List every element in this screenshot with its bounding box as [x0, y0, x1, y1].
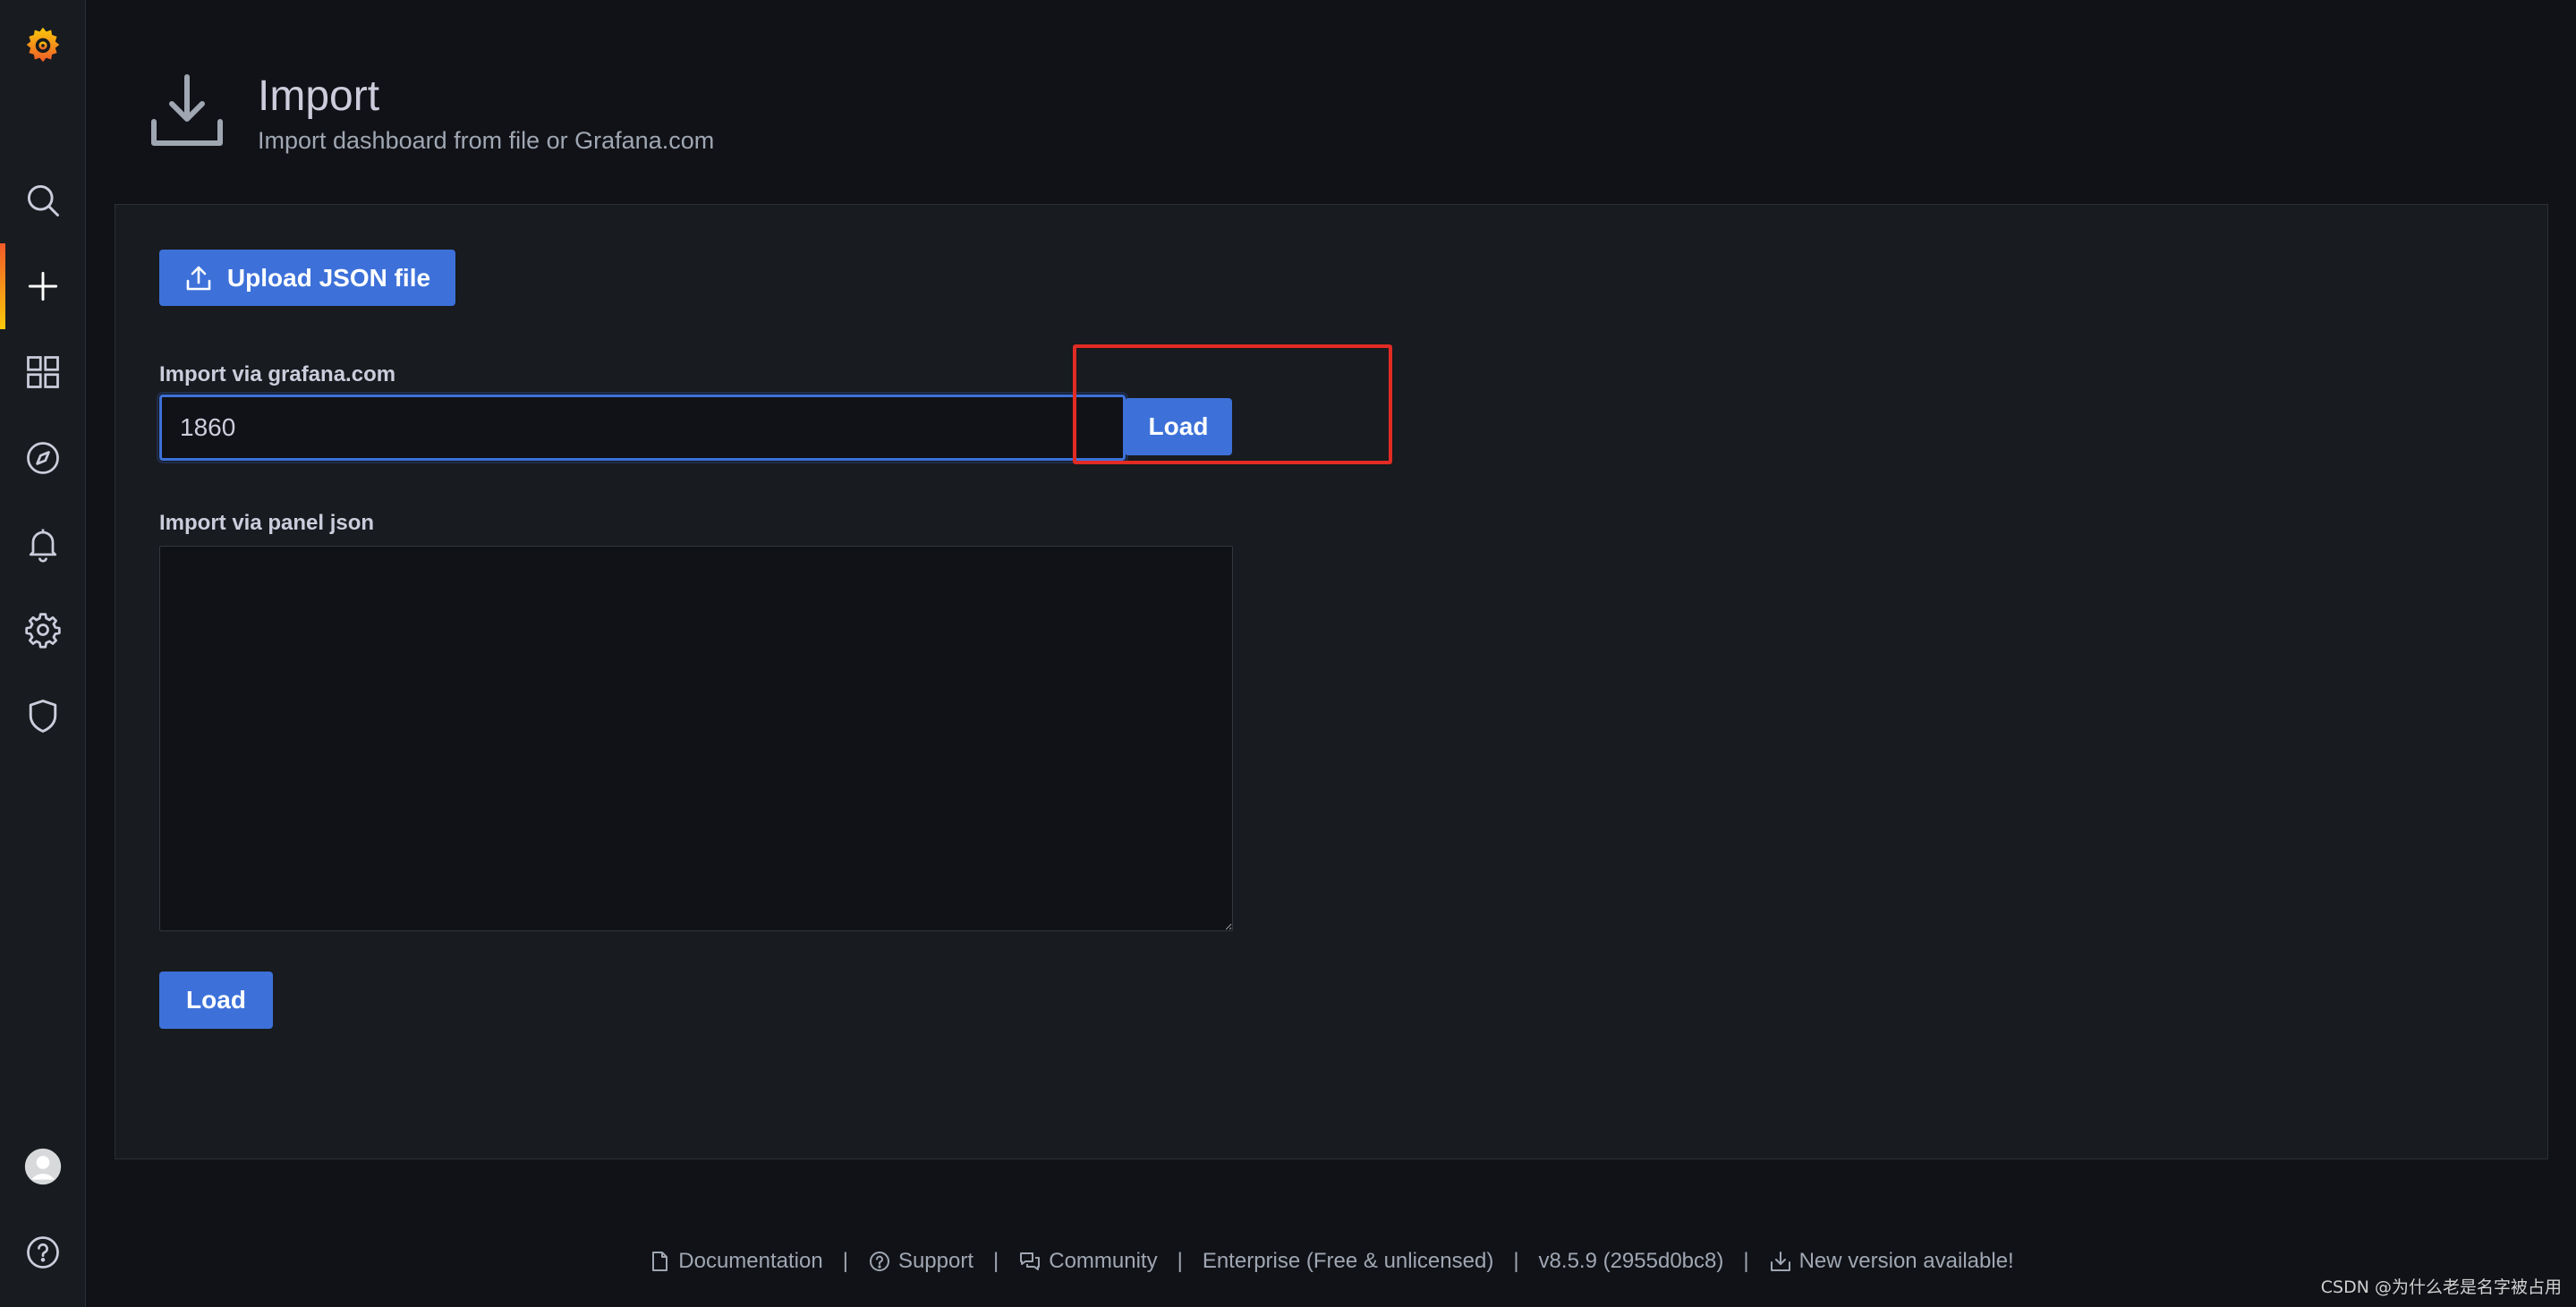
- grafana-logo-icon[interactable]: [0, 2, 86, 88]
- alerting-bell-icon[interactable]: [0, 501, 86, 587]
- dashboards-icon[interactable]: [0, 329, 86, 415]
- upload-icon: [186, 266, 211, 290]
- import-panel: Upload JSON file Import via grafana.com …: [115, 204, 2548, 1159]
- server-admin-shield-icon[interactable]: [0, 673, 86, 759]
- footer-edition[interactable]: Enterprise (Free & unlicensed): [1203, 1249, 1493, 1274]
- upload-json-label: Upload JSON file: [226, 263, 431, 292]
- footer-new-version-link[interactable]: New version available!: [1769, 1249, 2014, 1274]
- json-load-button[interactable]: Load: [159, 972, 273, 1029]
- footer-new-version-label: New version available!: [1798, 1249, 2014, 1273]
- explore-compass-icon[interactable]: [0, 415, 86, 501]
- footer-separator: |: [1177, 1249, 1183, 1273]
- panel-json-textarea[interactable]: [159, 546, 1233, 931]
- page-subtitle: Import dashboard from file or Grafana.co…: [258, 127, 715, 154]
- footer-support-link[interactable]: Support: [868, 1249, 973, 1274]
- create-plus-icon[interactable]: [0, 243, 86, 329]
- footer-community-link[interactable]: Community: [1018, 1249, 1158, 1274]
- search-icon[interactable]: [0, 157, 86, 243]
- footer: Documentation | Support | Community | En…: [0, 1243, 2576, 1279]
- footer-separator: |: [842, 1249, 848, 1273]
- upload-json-button[interactable]: Upload JSON file: [159, 250, 455, 306]
- watermark-text: CSDN @为什么老是名字被占用: [2320, 1277, 2562, 1297]
- comments-icon: [1020, 1252, 1041, 1270]
- gcom-load-button[interactable]: Load: [1125, 398, 1232, 455]
- panel-json-label: Import via panel json: [159, 511, 375, 535]
- footer-community-label: Community: [1049, 1249, 1158, 1273]
- import-download-icon: [151, 74, 223, 146]
- footer-documentation-label: Documentation: [678, 1249, 823, 1273]
- question-circle-icon: [869, 1252, 889, 1271]
- side-menu: [0, 0, 86, 1307]
- document-icon: [652, 1252, 668, 1271]
- download-icon: [1770, 1252, 1790, 1271]
- gcom-import-label: Import via grafana.com: [159, 362, 396, 386]
- page-title: Import: [258, 72, 380, 120]
- footer-version: v8.5.9 (2955d0bc8): [1538, 1249, 1724, 1273]
- configuration-gear-icon[interactable]: [0, 587, 86, 673]
- page-header: Import Import dashboard from file or Gra…: [143, 68, 1396, 166]
- footer-support-label: Support: [897, 1249, 973, 1273]
- footer-separator: |: [993, 1249, 999, 1273]
- footer-separator: |: [1513, 1249, 1519, 1273]
- footer-documentation-link[interactable]: Documentation: [648, 1249, 823, 1274]
- profile-avatar-icon[interactable]: [0, 1124, 86, 1209]
- footer-separator: |: [1743, 1249, 1749, 1273]
- gcom-dashboard-id-input[interactable]: [157, 392, 1128, 463]
